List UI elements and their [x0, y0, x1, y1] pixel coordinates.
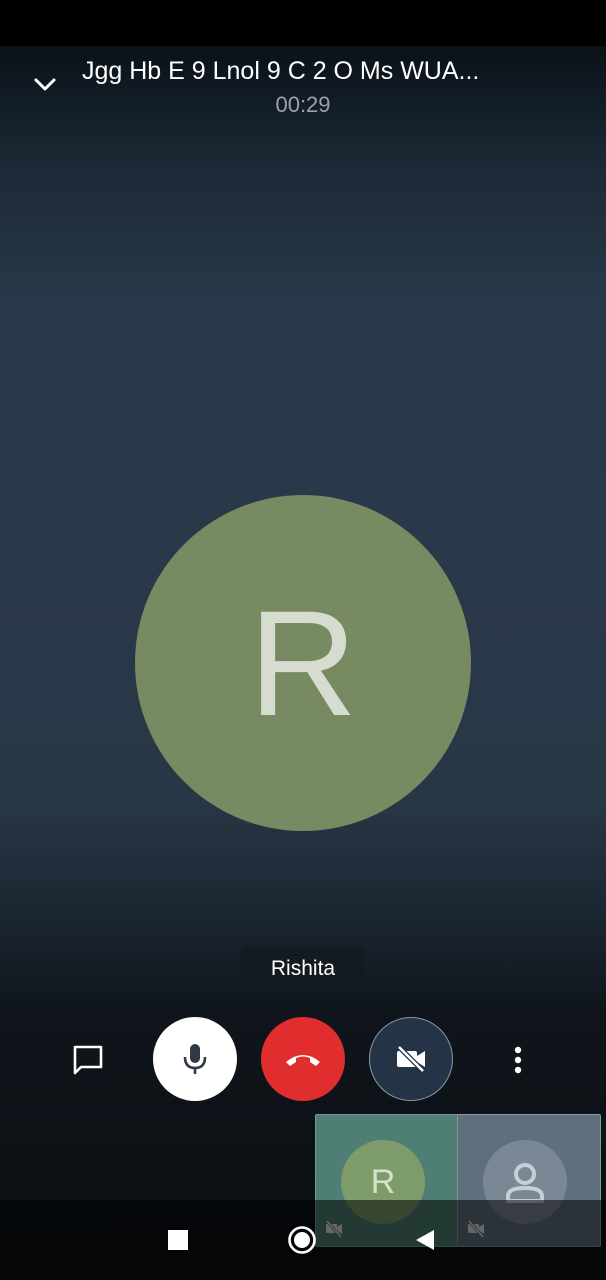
video-call-screen: Jgg Hb E 9 Lnol 9 C 2 O Ms WUA... 00:29 …	[0, 0, 606, 1280]
home-button[interactable]	[282, 1220, 322, 1260]
navigation-bar	[0, 1200, 606, 1280]
chevron-down-icon	[34, 78, 56, 91]
microphone-icon	[183, 1044, 207, 1074]
status-bar	[0, 0, 606, 46]
video-toggle-button[interactable]	[369, 1017, 453, 1101]
recents-button[interactable]	[160, 1220, 196, 1260]
back-button[interactable]	[405, 1220, 445, 1260]
chat-bubble-icon	[73, 1045, 103, 1075]
circle-icon	[288, 1226, 316, 1254]
chat-button[interactable]	[66, 1038, 110, 1082]
participant-avatar: R	[135, 495, 471, 831]
call-title: Jgg Hb E 9 Lnol 9 C 2 O Ms WUA...	[82, 57, 480, 85]
participant-name-label: Rishita	[241, 946, 365, 992]
tile-avatar-initial: R	[370, 1162, 396, 1201]
video-off-icon	[397, 1045, 425, 1073]
end-call-icon	[286, 1055, 320, 1066]
more-options-button[interactable]	[500, 1038, 536, 1082]
end-call-button[interactable]	[261, 1017, 345, 1101]
square-icon	[168, 1230, 188, 1250]
avatar-initial: R	[248, 579, 358, 747]
call-timer: 00:29	[275, 92, 331, 117]
more-vertical-icon	[514, 1046, 522, 1074]
microphone-button[interactable]	[153, 1017, 237, 1101]
triangle-back-icon	[416, 1230, 434, 1250]
